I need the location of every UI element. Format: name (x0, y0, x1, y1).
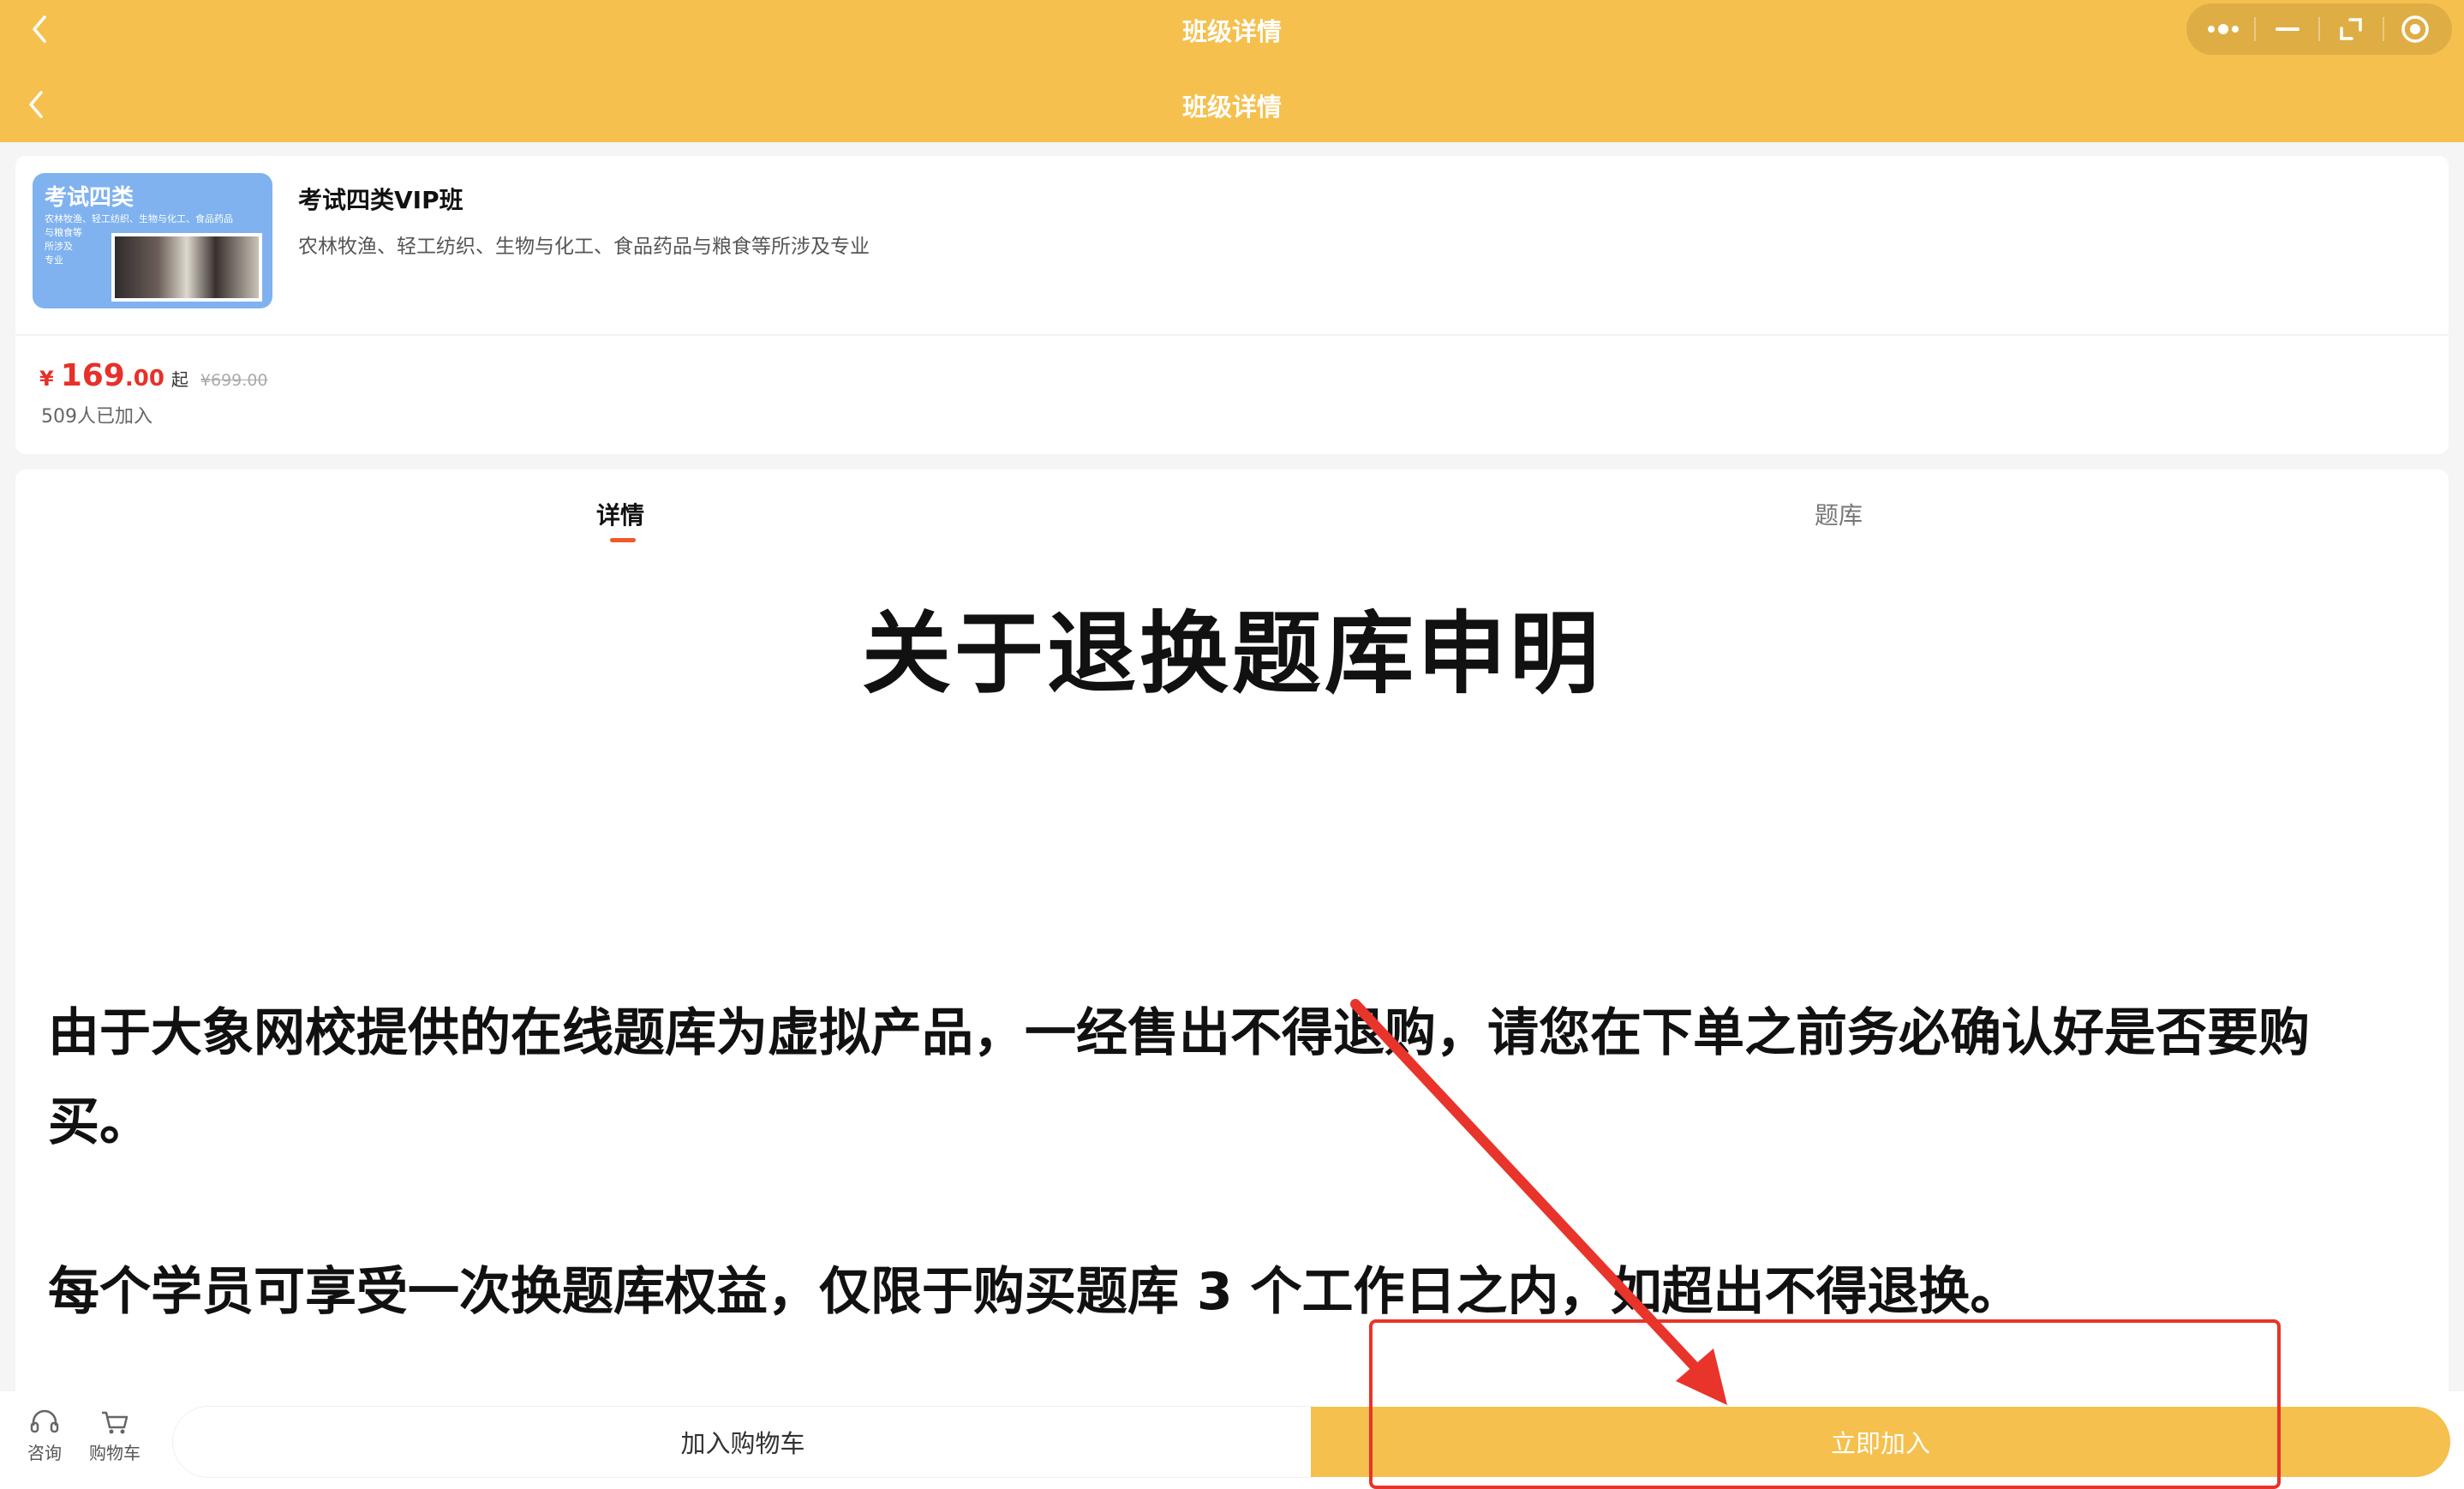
cart-button[interactable]: 购物车 (81, 1408, 149, 1464)
thumbnail-title: 考试四类 (45, 185, 135, 211)
tab-detail[interactable]: 详情 (596, 497, 644, 531)
page-title: 班级详情 (1181, 93, 1282, 122)
course-card: 考试四类 农林牧渔、轻工纺织、生物与化工、食品药品 与粮食等 所涉及 专业 考试… (15, 156, 2449, 454)
content-panel: 详情 题库 关于退换题库申明 由于大象网校提供的在线题库为虚拟产品，一经售出不得… (15, 469, 2449, 1489)
capsule-divider (2382, 17, 2384, 41)
cart-label: 购物车 (89, 1443, 141, 1463)
cart-icon (102, 1411, 129, 1434)
add-to-cart-button[interactable]: 加入购物车 (173, 1407, 1313, 1477)
tab-question-bank[interactable]: 题库 (1815, 497, 1863, 531)
active-tab-indicator (610, 538, 636, 542)
page-nav-bar: 班级详情 (0, 58, 2464, 142)
record-button[interactable] (2393, 7, 2437, 51)
more-icon (2208, 24, 2240, 34)
joined-count: 509人已加入 (41, 406, 153, 428)
price: ¥ 169 .00 起 ¥699.00 (39, 358, 268, 393)
thumbnail-photo (111, 233, 262, 302)
window-title-bar: 班级详情 (0, 0, 2464, 58)
minimize-button[interactable] (2265, 7, 2310, 51)
consult-label: 咨询 (27, 1443, 62, 1463)
article-title: 关于退换题库申明 (861, 601, 1602, 706)
article-paragraph: 由于大象网校提供的在线题库为虚拟产品，一经售出不得退购，请您在下单之前务必确认好… (48, 1003, 2310, 1152)
original-price: ¥699.00 (200, 371, 268, 390)
price-decimal: .00 (124, 366, 164, 392)
price-suffix: 起 (170, 369, 188, 390)
join-now-button[interactable]: 立即加入 (1311, 1407, 2450, 1477)
headset-icon (30, 1409, 59, 1433)
window-title: 班级详情 (1181, 17, 1282, 46)
capsule-divider (2254, 17, 2257, 41)
course-description: 农林牧渔、轻工纺织、生物与化工、食品药品与粮食等所涉及专业 (298, 236, 870, 258)
record-icon (2401, 15, 2429, 43)
course-name: 考试四类VIP班 (298, 186, 463, 214)
capsule-menu (2186, 3, 2452, 55)
capsule-divider (2317, 17, 2320, 41)
article-paragraph: 每个学员可享受一次换题库权益，仅限于购买题库 3 个工作日之内，如超出不得退换。 (48, 1262, 2022, 1322)
minimize-icon (2275, 27, 2300, 31)
app-root: 班级详情 班级详情 考试四类 农林牧渔、轻工纺织、生物与化工、食品药品 与粮食等… (0, 0, 2464, 1489)
course-thumbnail[interactable]: 考试四类 农林牧渔、轻工纺织、生物与化工、食品药品 与粮食等 所涉及 专业 (33, 173, 272, 308)
restore-button[interactable] (2329, 7, 2373, 51)
bottom-action-bar: 咨询 购物车 加入购物车 立即加入 (0, 1391, 2464, 1489)
divider (15, 334, 2449, 336)
consult-button[interactable]: 咨询 (10, 1408, 79, 1464)
more-button[interactable] (2201, 7, 2246, 51)
price-currency: ¥ (39, 367, 54, 391)
price-integer: 169 (60, 358, 125, 393)
restore-icon (2340, 18, 2363, 40)
